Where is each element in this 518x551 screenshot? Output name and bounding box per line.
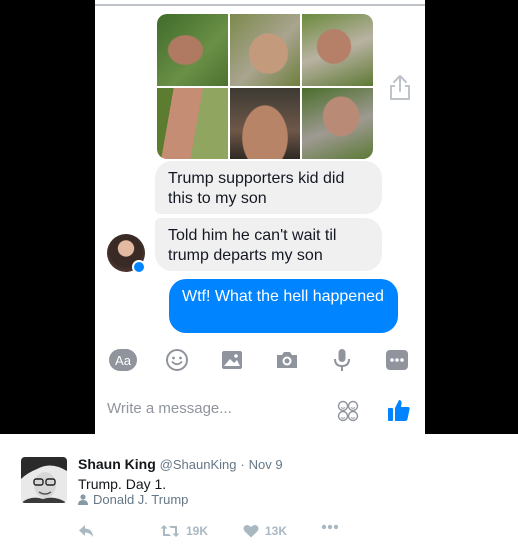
tweet-actions: 19K 13K [78, 524, 378, 542]
tweet-mention-name: Donald J. Trump [93, 492, 189, 507]
tweet-avatar[interactable] [21, 457, 67, 503]
like-button[interactable]: 13K [243, 524, 287, 538]
microphone-button[interactable] [328, 346, 356, 374]
more-icon [386, 350, 408, 370]
tweet-date[interactable]: Nov 9 [249, 457, 283, 472]
share-icon[interactable] [385, 72, 415, 102]
ellipsis-icon [321, 524, 339, 530]
composer-toolbar: Aa [95, 346, 425, 376]
reply-icon [79, 525, 93, 537]
message-input[interactable]: Write a message... [107, 400, 232, 417]
tweet-text: Trump. Day 1. [78, 476, 167, 492]
photo-icon [222, 351, 242, 369]
tweet: Shaun King @ShaunKing · Nov 9 Trump. Day… [0, 434, 518, 551]
emoji-button[interactable] [163, 346, 191, 374]
messenger-badge-icon [132, 260, 146, 274]
person-icon [78, 494, 88, 505]
tweet-separator: · [240, 457, 245, 472]
tweet-author-name[interactable]: Shaun King [78, 456, 156, 472]
reply-button[interactable] [78, 524, 94, 538]
retweet-count: 19K [186, 524, 209, 538]
tweet-mention[interactable]: Donald J. Trump [78, 492, 188, 507]
tweet-author-handle[interactable]: @ShaunKing [160, 457, 237, 472]
camera-button[interactable] [273, 346, 301, 374]
photo-thumbnail[interactable] [157, 87, 228, 159]
thumbs-up-icon[interactable] [387, 398, 411, 422]
text-style-button[interactable]: Aa [109, 346, 137, 374]
tweet-header: Shaun King @ShaunKing · Nov 9 [78, 456, 283, 472]
more-actions-button[interactable] [321, 524, 339, 530]
photo-grid[interactable] [157, 14, 373, 159]
incoming-message: Told him he can't wait til trump departs… [155, 218, 382, 271]
retweet-icon [160, 525, 180, 537]
messenger-conversation: Trump supporters kid did this to my son … [95, 0, 425, 434]
incoming-message: Trump supporters kid did this to my son [155, 161, 382, 214]
messenger-screenshot: Trump supporters kid did this to my son … [0, 0, 518, 434]
outgoing-message: Wtf! What the hell happened [169, 279, 398, 333]
stickers-icon[interactable] [337, 400, 359, 422]
photo-thumbnail[interactable] [229, 87, 301, 159]
photo-button[interactable] [218, 346, 246, 374]
microphone-icon [334, 349, 350, 371]
more-button[interactable] [383, 346, 411, 374]
like-count: 13K [265, 524, 288, 538]
photo-thumbnail[interactable] [157, 14, 228, 86]
top-divider [95, 4, 425, 6]
photo-thumbnail[interactable] [302, 87, 373, 159]
photo-thumbnail[interactable] [302, 14, 373, 86]
emoji-icon [166, 349, 188, 371]
retweet-button[interactable]: 19K [160, 524, 208, 538]
heart-icon [243, 525, 259, 538]
text-style-label: Aa [109, 349, 137, 371]
photo-thumbnail[interactable] [229, 14, 301, 86]
camera-icon [277, 352, 297, 368]
message-composer: Write a message... [95, 388, 425, 434]
